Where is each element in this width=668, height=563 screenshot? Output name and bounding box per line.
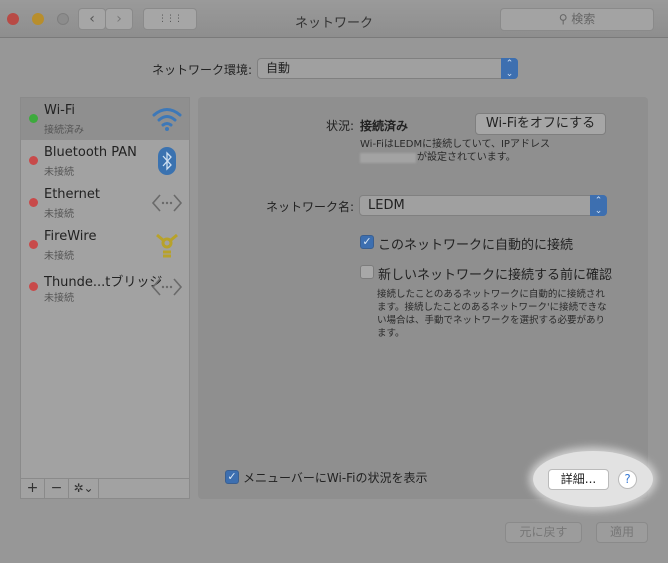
status-label: 状況: bbox=[325, 119, 354, 133]
location-value: 自動 bbox=[266, 61, 291, 75]
ask-to-join-label: 新しいネットワークに接続する前に確認 bbox=[378, 268, 613, 283]
status-description-line2: が設定されています。 bbox=[417, 152, 516, 163]
service-list-toolbar: + − ✲⌄ bbox=[21, 478, 189, 498]
network-name-value: LEDM bbox=[368, 198, 405, 213]
help-button[interactable]: ? bbox=[618, 470, 637, 489]
search-field[interactable]: ⚲ 検索 bbox=[500, 8, 654, 31]
show-wifi-in-menubar-label: メニューバーにWi-Fiの状況を表示 bbox=[243, 471, 428, 485]
service-item-bluetooth-pan[interactable]: Bluetooth PAN 未接続 bbox=[21, 140, 189, 182]
service-status: 未接続 bbox=[44, 293, 74, 304]
gear-menu-button[interactable]: ✲⌄ bbox=[69, 479, 99, 498]
network-name-select[interactable]: LEDM ⌃ ⌄ bbox=[359, 195, 607, 216]
ethernet-icon bbox=[151, 189, 183, 217]
auto-join-label: このネットワークに自動的に接続 bbox=[378, 238, 574, 253]
service-status: 接続済み bbox=[44, 125, 84, 136]
thunderbolt-bridge-icon bbox=[151, 273, 183, 301]
service-name: Bluetooth PAN bbox=[44, 145, 137, 160]
service-status: 未接続 bbox=[44, 167, 74, 178]
service-status: 未接続 bbox=[44, 251, 74, 262]
wifi-icon bbox=[151, 105, 183, 133]
advanced-button[interactable]: 詳細... bbox=[548, 469, 609, 490]
network-name-label: ネットワーク名: bbox=[265, 200, 354, 214]
service-item-thunde-t-[interactable]: Thunde...tブリッジ 未接続 bbox=[21, 266, 189, 308]
service-item-firewire[interactable]: FireWire 未接続 bbox=[21, 224, 189, 266]
redacted-ip-address bbox=[360, 153, 416, 163]
status-dot bbox=[29, 282, 38, 291]
remove-service-button[interactable]: − bbox=[45, 479, 69, 498]
service-name: FireWire bbox=[44, 229, 97, 244]
status-dot bbox=[29, 156, 38, 165]
select-arrows-icon: ⌃ ⌄ bbox=[590, 195, 607, 216]
service-name: Wi-Fi bbox=[44, 103, 76, 118]
status-dot bbox=[29, 240, 38, 249]
title-bar: ‹ › ⋮⋮⋮ ネットワーク ⚲ 検索 bbox=[0, 0, 668, 38]
service-item-wi-fi[interactable]: Wi-Fi 接続済み bbox=[21, 98, 189, 140]
revert-button[interactable]: 元に戻す bbox=[505, 522, 582, 543]
add-service-button[interactable]: + bbox=[21, 479, 45, 498]
status-dot bbox=[29, 114, 38, 123]
show-wifi-in-menubar-checkbox[interactable]: ✓ bbox=[225, 470, 239, 484]
service-status: 未接続 bbox=[44, 209, 74, 220]
apply-button[interactable]: 適用 bbox=[596, 522, 648, 543]
service-name: Ethernet bbox=[44, 187, 100, 202]
location-select[interactable]: 自動 ⌃ ⌄ bbox=[257, 58, 518, 79]
status-value: 接続済み bbox=[360, 119, 409, 133]
firewire-icon bbox=[151, 231, 183, 259]
turn-wifi-off-button[interactable]: Wi-Fiをオフにする bbox=[475, 113, 606, 135]
ask-to-join-description: 接続したことのあるネットワークに自動的に接続されます。接続したことのあるネットワ… bbox=[377, 289, 607, 339]
location-label: ネットワーク環境: bbox=[151, 63, 252, 77]
auto-join-checkbox[interactable]: ✓ bbox=[360, 235, 374, 249]
service-item-ethernet[interactable]: Ethernet 未接続 bbox=[21, 182, 189, 224]
service-list: Thunde...tブリッジ 未接続 FireWire 未接続 Ethernet… bbox=[20, 97, 190, 499]
service-name: Thunde...tブリッジ bbox=[44, 275, 163, 290]
status-dot bbox=[29, 198, 38, 207]
search-placeholder: 検索 bbox=[571, 12, 596, 26]
status-description-line1: Wi-FiはLEDMに接続していて、IPアドレス bbox=[360, 139, 550, 150]
search-icon: ⚲ bbox=[558, 12, 572, 26]
select-arrows-icon: ⌃ ⌄ bbox=[501, 58, 518, 79]
ask-to-join-checkbox[interactable] bbox=[360, 265, 374, 279]
bluetooth-icon bbox=[151, 147, 183, 175]
